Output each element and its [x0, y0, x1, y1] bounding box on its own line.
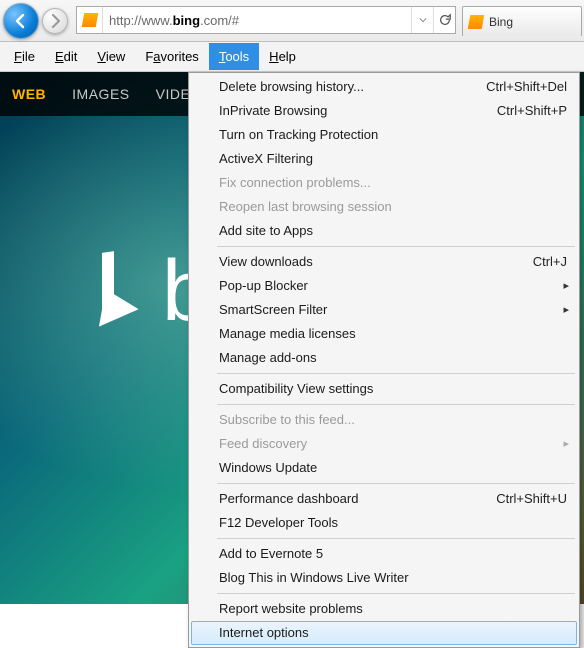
- chevron-down-icon: [419, 16, 427, 24]
- menu-item-performance-dashboard[interactable]: Performance dashboard Ctrl+Shift+U: [191, 487, 577, 511]
- menu-item-label: SmartScreen Filter: [219, 302, 327, 318]
- menu-item-label: ActiveX Filtering: [219, 151, 313, 167]
- menu-item-f12-developer-tools[interactable]: F12 Developer Tools: [191, 511, 577, 535]
- menu-item-label: Pop-up Blocker: [219, 278, 308, 294]
- menu-item-label: Reopen last browsing session: [219, 199, 392, 215]
- bing-icon: [468, 15, 484, 29]
- menu-item-windows-update[interactable]: Windows Update: [191, 456, 577, 480]
- menu-item-label: Turn on Tracking Protection: [219, 127, 378, 143]
- arrow-right-icon: [47, 13, 63, 29]
- url-text[interactable]: http://www.bing.com/#: [103, 13, 411, 28]
- bing-logo-icon: [96, 252, 148, 332]
- menu-item-add-to-evernote-5[interactable]: Add to Evernote 5: [191, 542, 577, 566]
- menu-item-report-website-problems[interactable]: Report website problems: [191, 597, 577, 621]
- menu-item-delete-browsing-history[interactable]: Delete browsing history... Ctrl+Shift+Del: [191, 75, 577, 99]
- url-suffix: .com/#: [200, 13, 239, 28]
- menu-edit[interactable]: Edit: [45, 43, 87, 70]
- menu-item-label: Compatibility View settings: [219, 381, 373, 397]
- menu-item-label: Blog This in Windows Live Writer: [219, 570, 409, 586]
- menu-item-compatibility-view-settings[interactable]: Compatibility View settings: [191, 377, 577, 401]
- menu-item-label: F12 Developer Tools: [219, 515, 338, 531]
- menu-item-label: Manage add-ons: [219, 350, 317, 366]
- forward-button[interactable]: [42, 8, 68, 34]
- menu-separator: [217, 593, 575, 594]
- menu-item-shortcut: Ctrl+Shift+Del: [486, 79, 567, 95]
- url-prefix: http://www.: [109, 13, 173, 28]
- menu-item-reopen-last-browsing-session: Reopen last browsing session: [191, 195, 577, 219]
- refresh-button[interactable]: [433, 7, 455, 33]
- refresh-icon: [438, 13, 452, 27]
- menu-item-feed-discovery: Feed discovery: [191, 432, 577, 456]
- menu-item-add-site-to-apps[interactable]: Add site to Apps: [191, 219, 577, 243]
- menu-help[interactable]: Help: [259, 43, 306, 70]
- menu-item-label: Report website problems: [219, 601, 363, 617]
- url-domain: bing: [173, 13, 200, 28]
- menu-item-shortcut: Ctrl+J: [533, 254, 567, 270]
- menu-separator: [217, 483, 575, 484]
- menu-tools[interactable]: Tools: [209, 43, 259, 70]
- menu-item-label: View downloads: [219, 254, 313, 270]
- site-favicon: [77, 7, 103, 33]
- menu-separator: [217, 538, 575, 539]
- menu-file[interactable]: File: [4, 43, 45, 70]
- menu-item-label: InPrivate Browsing: [219, 103, 327, 119]
- menubar: File Edit View Favorites Tools Help: [0, 42, 584, 72]
- menu-item-pop-up-blocker[interactable]: Pop-up Blocker: [191, 274, 577, 298]
- bing-tab-web[interactable]: WEB: [12, 86, 46, 102]
- menu-item-smartscreen-filter[interactable]: SmartScreen Filter: [191, 298, 577, 322]
- menu-item-internet-options[interactable]: Internet options: [191, 621, 577, 645]
- menu-item-label: Feed discovery: [219, 436, 307, 452]
- menu-separator: [217, 246, 575, 247]
- menu-item-shortcut: Ctrl+Shift+P: [497, 103, 567, 119]
- menu-item-label: Internet options: [219, 625, 309, 641]
- back-button[interactable]: [3, 3, 39, 39]
- tab-title: Bing: [489, 15, 513, 29]
- arrow-left-icon: [13, 13, 29, 29]
- menu-item-label: Delete browsing history...: [219, 79, 364, 95]
- bing-tab-images[interactable]: IMAGES: [72, 86, 129, 102]
- menu-item-blog-this-in-windows-live-writer[interactable]: Blog This in Windows Live Writer: [191, 566, 577, 590]
- menu-item-subscribe-to-this-feed: Subscribe to this feed...: [191, 408, 577, 432]
- menu-favorites[interactable]: Favorites: [135, 43, 208, 70]
- address-bar[interactable]: http://www.bing.com/#: [76, 6, 456, 34]
- menu-item-fix-connection-problems: Fix connection problems...: [191, 171, 577, 195]
- menu-item-label: Subscribe to this feed...: [219, 412, 355, 428]
- menu-separator: [217, 373, 575, 374]
- browser-toolbar: http://www.bing.com/# Bing: [0, 0, 584, 42]
- menu-item-view-downloads[interactable]: View downloads Ctrl+J: [191, 250, 577, 274]
- menu-item-label: Add site to Apps: [219, 223, 313, 239]
- browser-tab[interactable]: Bing: [462, 6, 582, 36]
- menu-item-label: Windows Update: [219, 460, 317, 476]
- fav-post: vorites: [161, 49, 199, 64]
- menu-item-turn-on-tracking-protection[interactable]: Turn on Tracking Protection: [191, 123, 577, 147]
- bing-tab-videos[interactable]: VIDE: [156, 86, 191, 102]
- menu-item-shortcut: Ctrl+Shift+U: [496, 491, 567, 507]
- menu-separator: [217, 404, 575, 405]
- menu-item-label: Performance dashboard: [219, 491, 358, 507]
- bing-icon: [81, 13, 97, 27]
- menu-item-manage-add-ons[interactable]: Manage add-ons: [191, 346, 577, 370]
- tools-menu: Delete browsing history... Ctrl+Shift+Del…: [188, 72, 580, 648]
- menu-item-label: Manage media licenses: [219, 326, 356, 342]
- menu-item-activex-filtering[interactable]: ActiveX Filtering: [191, 147, 577, 171]
- url-dropdown-button[interactable]: [411, 7, 433, 33]
- menu-item-inprivate-browsing[interactable]: InPrivate Browsing Ctrl+Shift+P: [191, 99, 577, 123]
- menu-item-label: Add to Evernote 5: [219, 546, 323, 562]
- menu-item-label: Fix connection problems...: [219, 175, 371, 191]
- menu-view[interactable]: View: [87, 43, 135, 70]
- fav-underline: a: [153, 49, 160, 64]
- menu-item-manage-media-licenses[interactable]: Manage media licenses: [191, 322, 577, 346]
